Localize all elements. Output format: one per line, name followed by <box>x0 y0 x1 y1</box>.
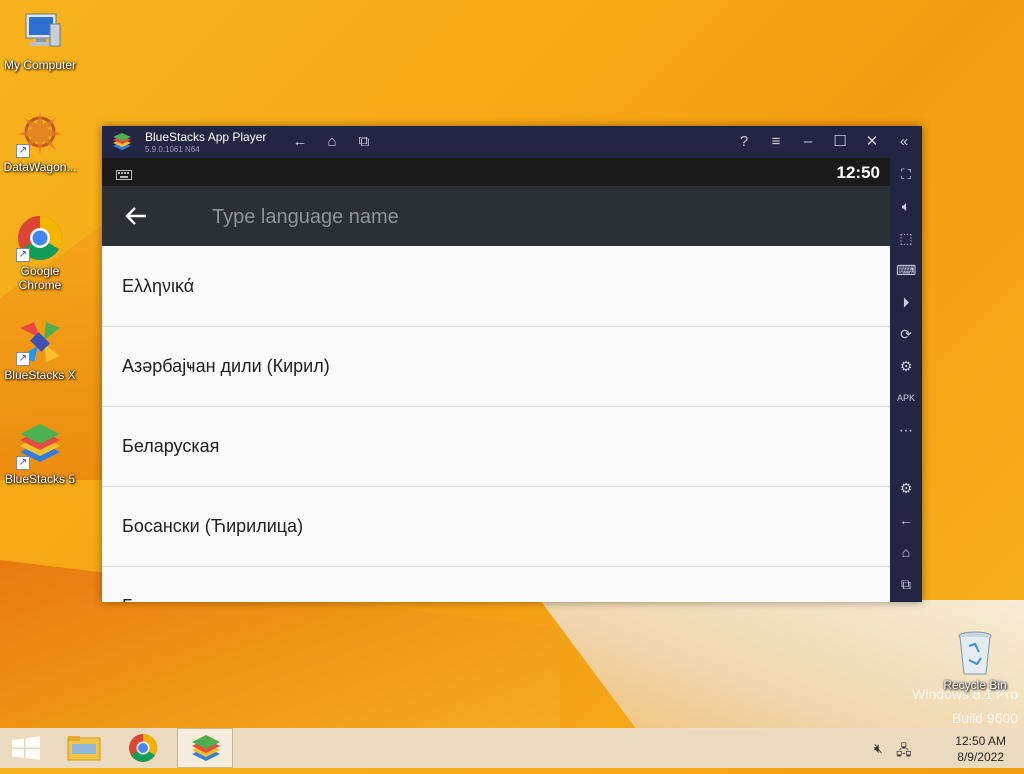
title-bar[interactable]: BlueStacks App Player 5.9.0.1061 N64 ← ⌂… <box>102 126 922 158</box>
list-item[interactable]: Азәрбајҹан дили (Кирил) <box>102 327 890 407</box>
android-screen: 12:50 Ελληνικά Азәрбајҹан дили (Кирил) Б… <box>102 158 890 602</box>
desktop-icon-label: BlueStacks 5 <box>4 472 76 486</box>
android-home-icon[interactable]: ⌂ <box>896 542 916 562</box>
android-back-icon[interactable]: ← <box>896 510 916 530</box>
bluestacks-logo-icon <box>112 133 132 153</box>
game-controls-icon[interactable]: ⚙︎ <box>896 356 916 376</box>
volume-muted-icon[interactable]: 🔇︎ <box>874 740 883 757</box>
bluestacks-window: BlueStacks App Player 5.9.0.1061 N64 ← ⌂… <box>102 126 922 602</box>
shortcut-arrow-icon: ↗ <box>16 144 30 158</box>
sync-icon[interactable]: ⟳ <box>896 324 916 344</box>
chrome-icon: ↗ <box>16 214 64 262</box>
back-arrow-icon[interactable] <box>122 202 150 230</box>
minimize-icon[interactable]: – <box>798 132 818 152</box>
apk-install-icon[interactable]: APK <box>896 388 916 408</box>
desktop-icon-bluestacks-5[interactable]: ↗ BlueStacks 5 <box>0 422 80 486</box>
computer-icon <box>16 8 64 56</box>
home-icon[interactable]: ⌂ <box>322 132 342 152</box>
bluestacks-taskbar-button[interactable] <box>177 728 233 768</box>
clock-time: 12:50 AM <box>955 734 1006 748</box>
bluestacks-icon <box>192 735 220 761</box>
keyboard-icon <box>116 167 132 180</box>
collapse-sidebar-icon[interactable]: « <box>894 132 914 152</box>
maximize-icon[interactable]: ☐ <box>830 132 850 152</box>
folder-icon <box>67 736 101 761</box>
windows-watermark-build: Build 9600 <box>951 710 1018 726</box>
back-icon[interactable]: ← <box>290 132 310 152</box>
side-toolbar: ⛶ 🔈︎ ⬚ ⌨ ⏵ ⟳ ⚙︎ APK ⋯ ⚙ ← ⌂ ⧉ <box>890 158 922 602</box>
language-search-input[interactable] <box>210 202 814 232</box>
bluestacks-5-icon: ↗ <box>16 422 64 470</box>
more-options-icon[interactable]: ⋯ <box>896 420 916 440</box>
system-tray: 🔇︎ 🖧︎ <box>868 728 918 768</box>
network-icon[interactable]: 🖧︎ <box>896 740 912 764</box>
list-item[interactable]: Беларуская <box>102 407 890 487</box>
menu-icon[interactable]: ≡ <box>766 132 786 152</box>
shortcut-arrow-icon: ↗ <box>16 456 30 470</box>
desktop-icon-my-computer[interactable]: My Computer <box>0 8 80 72</box>
shortcut-arrow-icon: ↗ <box>16 352 30 366</box>
recycle-bin-icon <box>955 630 995 676</box>
desktop-icon-label: Google Chrome <box>18 264 62 292</box>
status-time: 12:50 <box>836 163 880 182</box>
app-version: 5.9.0.1061 N64 <box>145 145 200 154</box>
desktop-icon-bluestacks-x[interactable]: ↗ BlueStacks X <box>0 318 80 382</box>
desktop-icon-datawagon[interactable]: ↗ DataWagon... <box>0 110 80 174</box>
bluestacks-x-icon: ↗ <box>16 318 64 366</box>
list-item[interactable]: Български <box>102 567 890 602</box>
close-icon[interactable]: ✕ <box>862 132 882 152</box>
settings-icon[interactable]: ⚙ <box>896 478 916 498</box>
pointer-icon[interactable]: ⬚ <box>896 228 916 248</box>
macro-record-icon[interactable]: ⏵ <box>896 292 916 312</box>
android-status-bar: 12:50 <box>102 158 890 186</box>
desktop-icon-label: DataWagon... <box>3 160 77 174</box>
language-search-bar <box>102 186 890 246</box>
shortcut-arrow-icon: ↗ <box>16 248 30 262</box>
desktop-icon-label: My Computer <box>3 58 77 72</box>
desktop-icon-label: BlueStacks X <box>4 368 76 382</box>
desktop-icon-recycle-bin[interactable]: Recycle Bin <box>935 630 1015 692</box>
chrome-icon <box>129 734 157 762</box>
help-icon[interactable]: ? <box>734 132 754 152</box>
clock-date: 8/9/2022 <box>957 750 1004 764</box>
start-button[interactable] <box>0 728 56 768</box>
taskbar: 🔇︎ 🖧︎ 12:50 AM 8/9/2022 <box>0 728 1024 768</box>
volume-icon[interactable]: 🔈︎ <box>896 196 916 216</box>
android-recents-icon[interactable]: ⧉ <box>896 574 916 594</box>
language-list: Ελληνικά Азәрбајҹан дили (Кирил) Беларус… <box>102 247 890 602</box>
keyboard-controls-icon[interactable]: ⌨ <box>896 260 916 280</box>
fullscreen-icon[interactable]: ⛶ <box>896 164 916 184</box>
file-explorer-button[interactable] <box>56 728 112 768</box>
chrome-taskbar-button[interactable] <box>115 728 171 768</box>
desktop-icon-chrome[interactable]: ↗ Google Chrome <box>0 214 80 292</box>
desktop-icon-label: Recycle Bin <box>943 678 1007 692</box>
list-item[interactable]: Босански (Ћирилица) <box>102 487 890 567</box>
list-item[interactable]: Ελληνικά <box>102 247 890 327</box>
recent-apps-icon[interactable]: ⧉ <box>354 132 374 152</box>
taskbar-clock[interactable]: 12:50 AM 8/9/2022 <box>955 733 1006 765</box>
window-title: BlueStacks App Player <box>145 130 267 144</box>
windows-logo-icon <box>12 736 40 760</box>
datawagon-icon: ↗ <box>16 110 64 158</box>
